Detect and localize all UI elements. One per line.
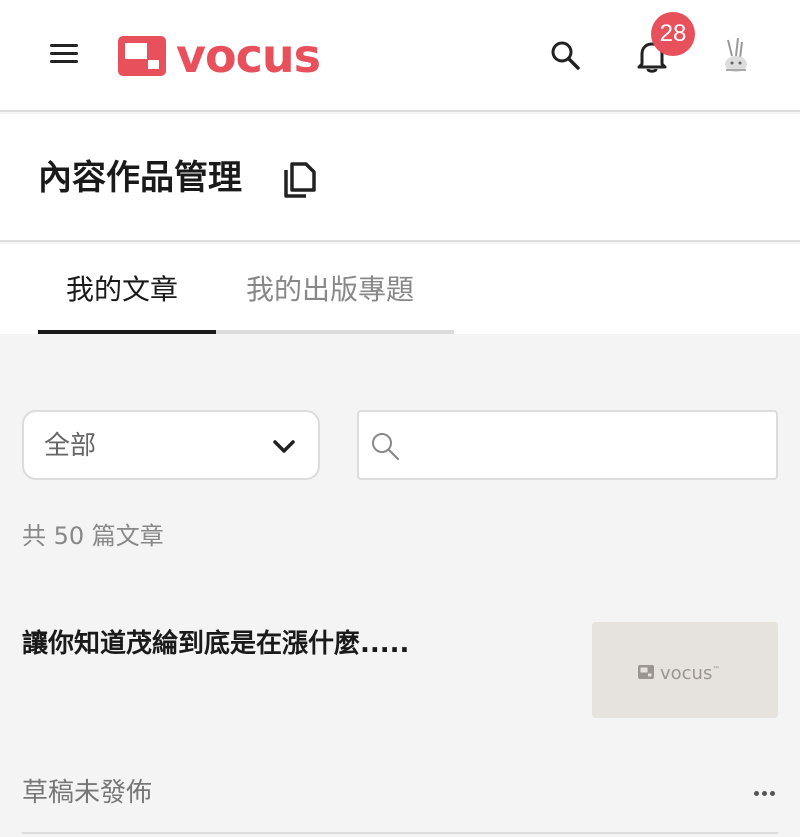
thumbnail-logo: vocus™ bbox=[638, 660, 720, 684]
vocus-logo-mark bbox=[638, 665, 654, 679]
tab-my-articles[interactable]: 我的文章 bbox=[66, 270, 178, 310]
divider bbox=[22, 832, 778, 834]
search-icon bbox=[372, 433, 400, 461]
article-search-input[interactable] bbox=[411, 420, 761, 470]
page-header: 內容作品管理 bbox=[0, 114, 800, 242]
tab-my-publications[interactable]: 我的出版專題 bbox=[246, 270, 414, 310]
notification-badge: 28 bbox=[651, 12, 695, 56]
article-title[interactable]: 讓你知道茂綸到底是在漲什麼..... bbox=[22, 624, 562, 664]
top-navbar: vocus 28 bbox=[0, 0, 800, 112]
avatar[interactable] bbox=[714, 34, 758, 78]
logo-text: vocus bbox=[176, 29, 321, 83]
filter-selected-value: 全部 bbox=[44, 431, 97, 461]
category-filter-dropdown[interactable]: 全部 bbox=[22, 410, 320, 480]
more-options-icon[interactable] bbox=[752, 784, 778, 802]
article-search-box bbox=[357, 410, 778, 480]
article-thumbnail[interactable]: vocus™ bbox=[592, 622, 778, 718]
vocus-logo[interactable]: vocus bbox=[118, 29, 321, 83]
vocus-logo-mark bbox=[118, 36, 166, 76]
menu-icon[interactable] bbox=[44, 38, 82, 70]
copy-icon[interactable] bbox=[280, 160, 316, 200]
thumbnail-logo-text: vocus™ bbox=[660, 663, 721, 684]
article-status: 草稿未發佈 bbox=[22, 778, 153, 808]
search-icon[interactable] bbox=[548, 38, 582, 72]
page-title: 內容作品管理 bbox=[38, 158, 242, 198]
chevron-down-icon bbox=[273, 440, 295, 453]
article-count: 共 50 篇文章 bbox=[22, 522, 164, 550]
tab-bar: 我的文章 我的出版專題 bbox=[0, 244, 800, 334]
tab-underline-active bbox=[38, 330, 216, 334]
